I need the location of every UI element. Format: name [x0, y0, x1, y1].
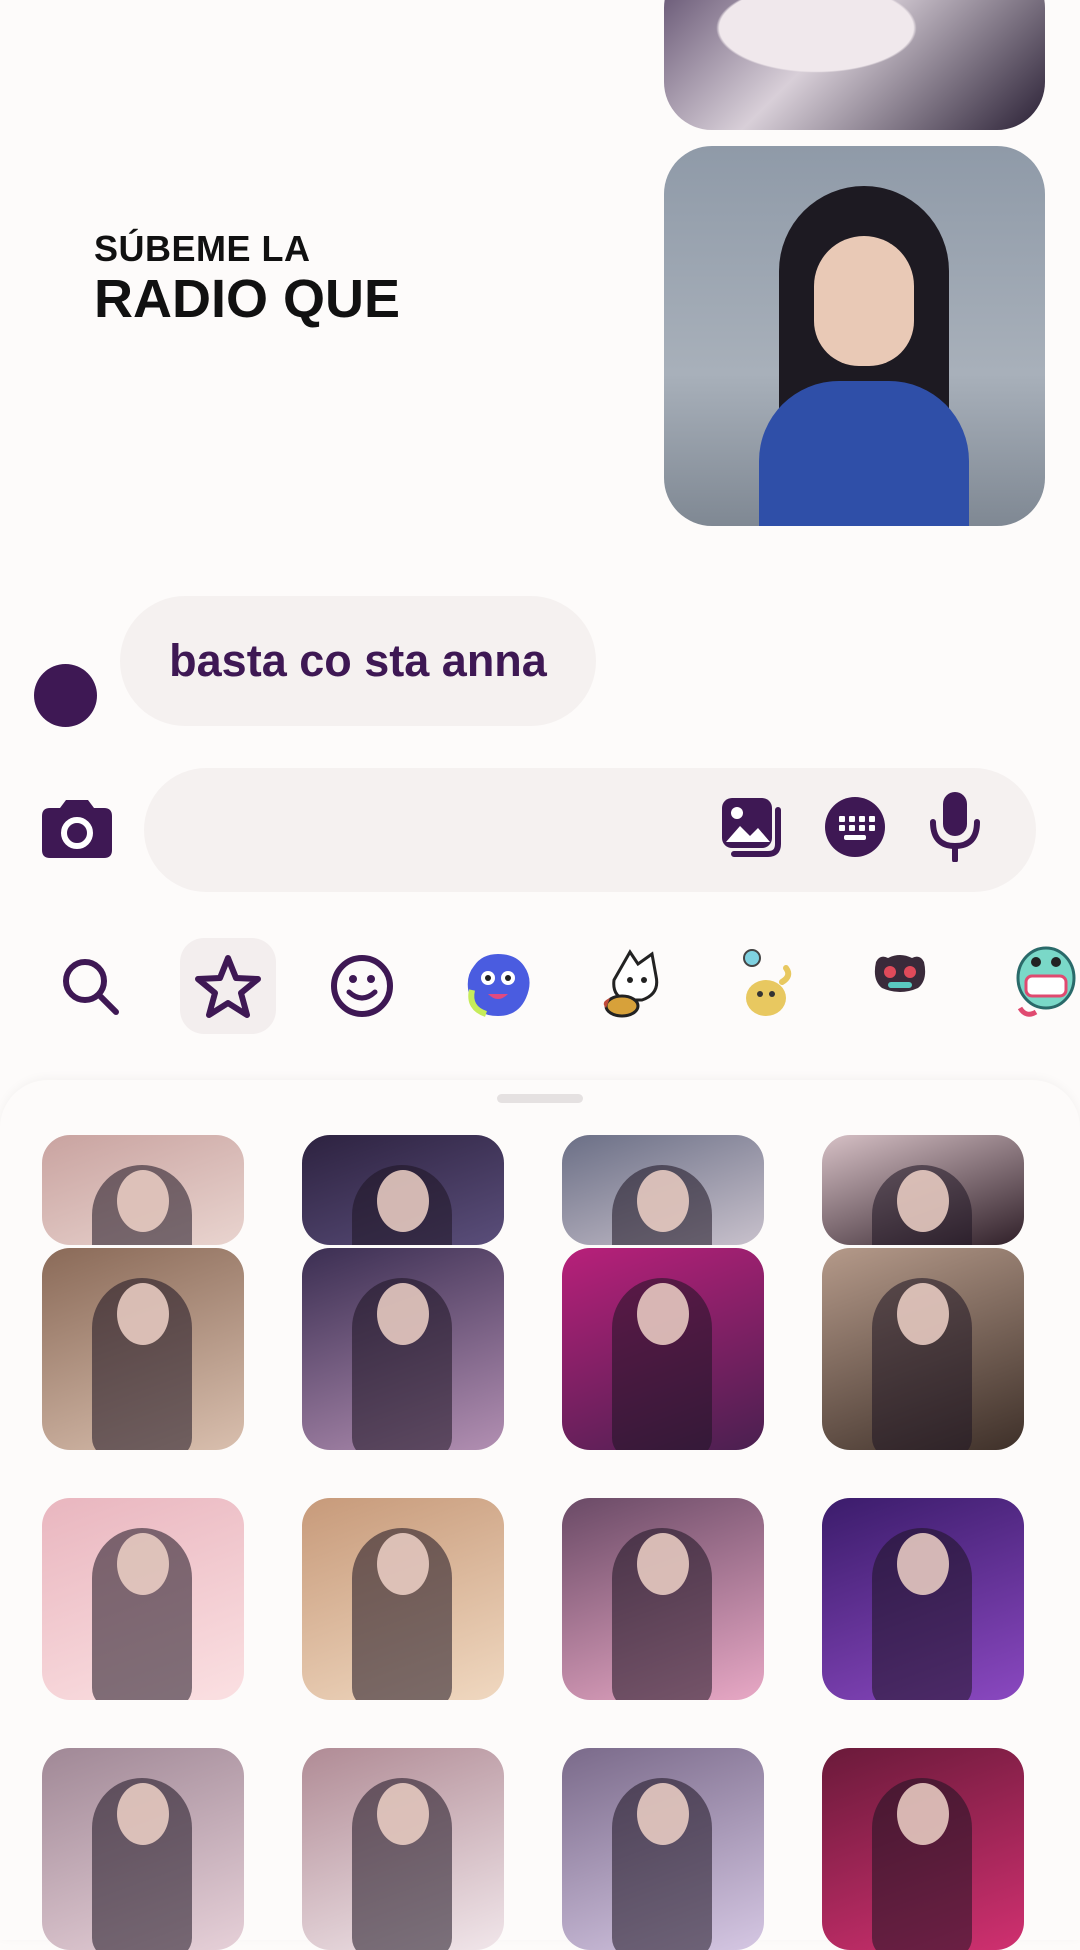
lyric-line-2: RADIO QUE [94, 269, 401, 329]
gif-face [117, 1283, 169, 1345]
microphone-icon[interactable] [928, 790, 982, 862]
gif-face [637, 1533, 689, 1595]
gallery-icon[interactable] [720, 796, 782, 858]
gif-tile[interactable] [822, 1135, 1024, 1245]
keyboard-icon[interactable] [824, 796, 886, 858]
search-icon[interactable] [60, 956, 120, 1016]
gif-face [377, 1170, 429, 1232]
gif-face [117, 1783, 169, 1845]
camera-button[interactable] [40, 800, 114, 860]
gif-face [377, 1783, 429, 1845]
gif-tile[interactable] [42, 1248, 244, 1450]
gif-tile[interactable] [822, 1248, 1024, 1450]
gif-face [117, 1170, 169, 1232]
gif-face [377, 1533, 429, 1595]
gif-face [377, 1283, 429, 1345]
lyric-line-1: SÚBEME LA [94, 228, 311, 269]
camera-icon [42, 800, 112, 858]
message-bubble[interactable]: basta co sta anna [120, 596, 596, 726]
gif-face [897, 1283, 949, 1345]
smiley-icon[interactable] [330, 954, 394, 1018]
green-monster-sticker-icon[interactable] [1006, 938, 1080, 1022]
drag-handle[interactable] [497, 1094, 583, 1103]
gif-tile[interactable] [562, 1498, 764, 1700]
sticker-photo-top[interactable] [664, 0, 1045, 130]
gif-face [117, 1533, 169, 1595]
photo-body [759, 381, 969, 526]
gif-face [637, 1783, 689, 1845]
gif-face [897, 1533, 949, 1595]
gif-tile[interactable] [302, 1135, 504, 1245]
gif-face [637, 1170, 689, 1232]
gif-tile[interactable] [302, 1248, 504, 1450]
gif-face [637, 1283, 689, 1345]
sticker-photo-main[interactable] [664, 146, 1045, 526]
gif-tile[interactable] [562, 1135, 764, 1245]
blue-monster-sticker-icon[interactable] [462, 950, 534, 1022]
avatar[interactable] [34, 664, 97, 727]
gif-tile[interactable] [822, 1498, 1024, 1700]
gif-tile[interactable] [42, 1498, 244, 1700]
star-icon[interactable] [194, 954, 262, 1020]
gif-tile[interactable] [562, 1248, 764, 1450]
photo-face [814, 236, 914, 366]
gif-tile[interactable] [302, 1498, 504, 1700]
message-text: basta co sta anna [169, 635, 547, 686]
yellow-blob-sticker-icon[interactable] [738, 946, 794, 1022]
gif-tile[interactable] [42, 1135, 244, 1245]
gif-face [897, 1170, 949, 1232]
gif-face [897, 1783, 949, 1845]
red-bug-sticker-icon[interactable] [870, 950, 930, 1000]
message-input[interactable] [144, 768, 1036, 892]
dog-cat-sticker-icon[interactable] [596, 946, 672, 1022]
